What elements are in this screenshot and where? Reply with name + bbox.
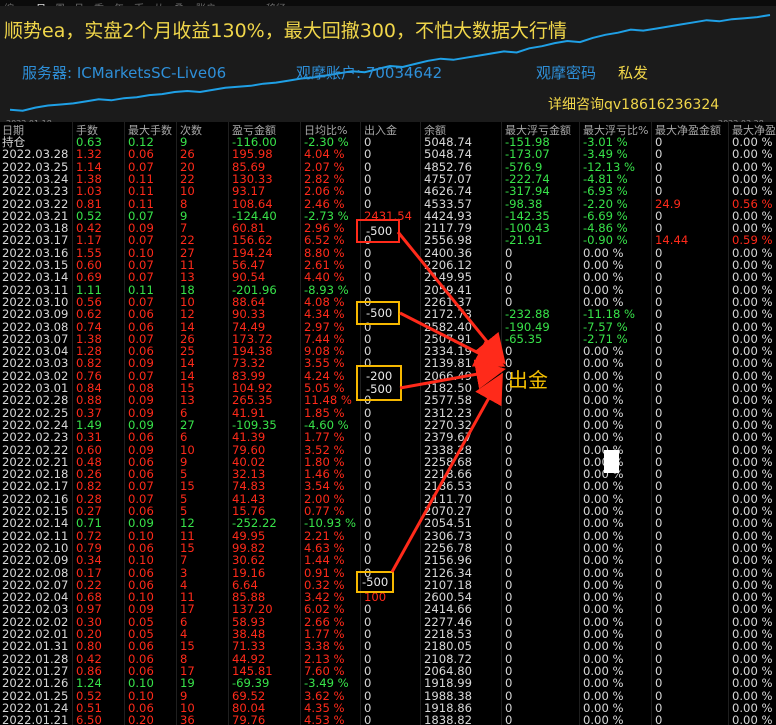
annotation-arrows (390, 231, 506, 573)
arrow (399, 359, 506, 390)
blank-box (604, 450, 619, 473)
arrow (396, 231, 506, 365)
arrow (390, 372, 503, 573)
withdrawal-label: 出金 (508, 368, 548, 392)
